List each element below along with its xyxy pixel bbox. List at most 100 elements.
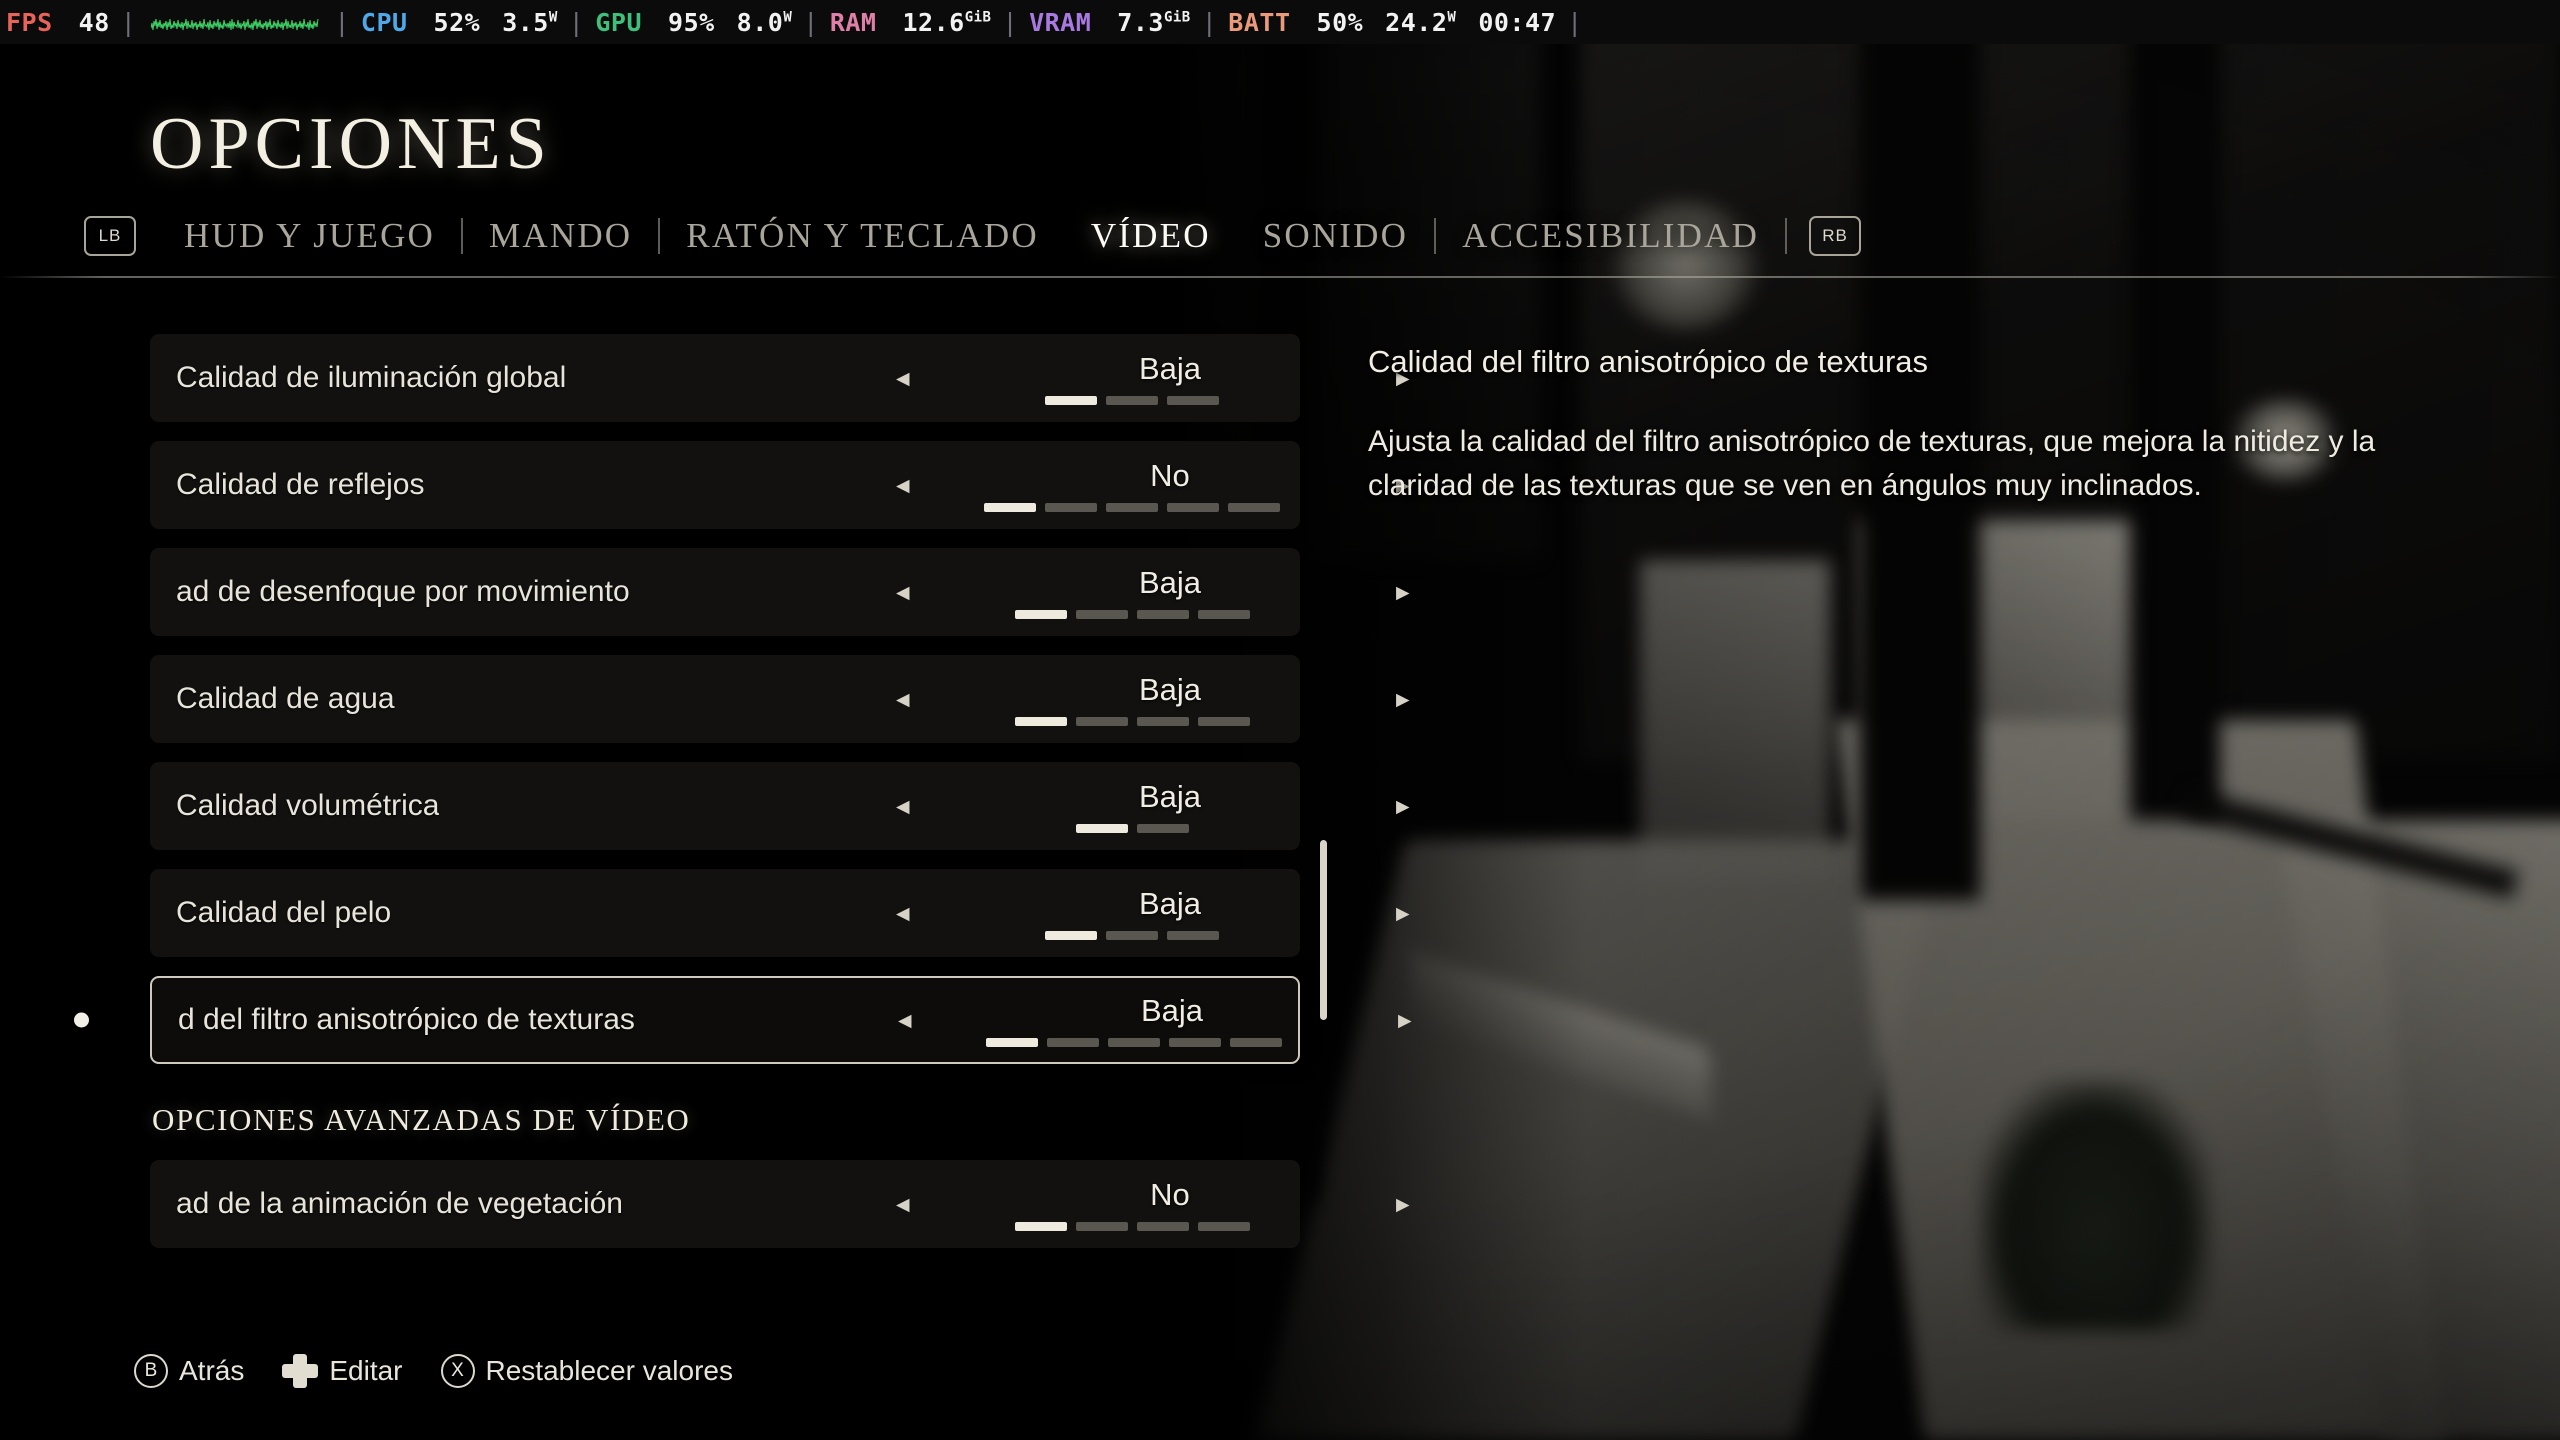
setting-level-segment [1197,717,1250,726]
decrement-arrow-icon[interactable]: ◂ [896,685,910,713]
increment-arrow-icon[interactable]: ▸ [1396,685,1410,713]
perf-unit: W [783,9,793,26]
setting-row[interactable]: ad de la animación de vegetación ◂ No ▸ [150,1160,1410,1248]
fps-graph [151,18,319,31]
setting-level-segment [1197,610,1250,619]
setting-row[interactable]: ad de desenfoque por movimiento ◂ Baja ▸ [150,548,1410,636]
left-bumper-button[interactable]: LB [84,216,136,256]
perf-value-cpu: 52% [433,7,481,37]
setting-value: Baja [1138,672,1202,707]
decrement-arrow-icon[interactable]: ◂ [896,364,910,392]
setting-level-track [986,1038,1282,1047]
setting-value: No [1150,458,1190,493]
tab-rat-n-y-teclado[interactable]: RATÓN Y TECLADO [660,216,1065,256]
setting-level-segment [1045,931,1097,940]
perf-label-fps: FPS [6,7,53,37]
setting-row[interactable]: Calidad de reflejos ◂ No ▸ [150,441,1410,529]
perf-separator: | [334,7,350,37]
tab-mando[interactable]: MANDO [463,216,658,256]
setting-value-block: Baja [980,886,1360,940]
setting-level-segment [1169,1038,1221,1047]
settings-scrollbar[interactable] [1320,784,1327,1214]
increment-arrow-icon[interactable]: ▸ [1396,792,1410,820]
decrement-arrow-icon[interactable]: ◂ [898,1006,912,1034]
increment-arrow-icon[interactable]: ▸ [1396,578,1410,606]
tab-sonido[interactable]: SONIDO [1237,216,1434,256]
footer-hints: B Atrás Editar X Restablecer valores [134,1354,757,1388]
setting-level-segment [1045,396,1097,405]
setting-value: No [1150,1177,1190,1212]
settings-list[interactable]: Calidad de iluminación global ◂ Baja ▸ Calid… [74,334,1412,1267]
footer-hint[interactable]: X Restablecer valores [440,1354,733,1388]
tab-divider [1434,218,1437,254]
footer-hint[interactable]: Editar [282,1354,403,1388]
setting-level-track [1014,610,1250,619]
scrollbar-thumb[interactable] [1320,840,1327,1020]
increment-arrow-icon[interactable]: ▸ [1396,899,1410,927]
advanced-section-header: OPCIONES AVANZADAS DE VÍDEO [152,1102,691,1137]
tab-v-deo[interactable]: VÍDEO [1065,216,1237,256]
setting-level-track [1075,824,1189,833]
footer-hint[interactable]: B Atrás [134,1354,244,1388]
perf-separator: | [568,7,585,37]
options-menu: OPCIONES LB HUD Y JUEGO MANDO RATÓN Y TECLA… [0,44,2560,1440]
setting-value-block: No [980,458,1360,512]
setting-label: Calidad de reflejos [176,468,425,501]
setting-level-segment [1167,396,1219,405]
setting-value: Baja [1138,351,1202,386]
setting-row[interactable]: Calidad volumétrica ◂ Baja ▸ [150,762,1410,850]
setting-row[interactable]: Calidad de iluminación global ◂ Baja ▸ [150,334,1410,422]
setting-row[interactable]: d del filtro anisotrópico de texturas ◂ Ba… [74,976,1412,1064]
setting-level-segment [1136,824,1189,833]
tab-accesibilidad[interactable]: ACCESIBILIDAD [1436,216,1785,256]
decrement-arrow-icon[interactable]: ◂ [896,899,910,927]
setting-level-segment [986,1038,1038,1047]
setting-label: d del filtro anisotrópico de texturas [178,1003,635,1036]
setting-value-block: Baja [980,779,1360,833]
decrement-arrow-icon[interactable]: ◂ [896,1190,910,1218]
setting-value-block: Baja [980,351,1360,405]
decrement-arrow-icon[interactable]: ◂ [896,471,910,499]
setting-level-segment [1014,717,1067,726]
perf-unit: W [1447,9,1457,26]
setting-value: Baja [1140,993,1204,1028]
setting-row[interactable]: Calidad de agua ◂ Baja ▸ [150,655,1410,743]
perf-value-gpu: 95% [668,7,715,37]
setting-row[interactable]: Calidad del pelo ◂ Baja ▸ [150,869,1410,957]
description-title: Calidad del filtro anisotrópico de textu… [1368,344,1929,379]
page-title: OPCIONES [150,103,552,185]
setting-level-segment [1230,1038,1282,1047]
setting-level-track [1045,931,1219,940]
description-body: Ajusta la calidad del filtro anisotrópic… [1368,425,2376,502]
decrement-arrow-icon[interactable]: ◂ [896,578,910,606]
setting-level-segment [1197,1222,1250,1231]
perf-unit: GiB [964,9,992,26]
setting-level-segment [1167,503,1219,512]
performance-overlay: FPS 48 | | CPU 52% 3.5W | GPU 95% 8.0W | RAM 12.6GiB |… [0,0,2560,44]
perf-power-batt: 24.2W [1385,7,1457,37]
perf-time-remaining: 00:47 [1478,7,1557,37]
tab-divider [461,218,464,254]
tab-hud-y-juego[interactable]: HUD Y JUEGO [158,216,461,256]
perf-label-vram: VRAM [1029,7,1092,37]
setting-value: Baja [1138,886,1202,921]
button-x-icon: X [440,1354,475,1388]
perf-power-gpu: 8.0W [736,7,793,37]
setting-value-block: Baja [982,993,1362,1047]
setting-level-segment [1075,610,1128,619]
decrement-arrow-icon[interactable]: ◂ [896,792,910,820]
setting-level-segment [1106,396,1158,405]
setting-value: Baja [1138,565,1202,600]
perf-value-vram: 7.3GiB [1117,7,1191,37]
setting-label: Calidad de agua [176,682,395,715]
increment-arrow-icon[interactable]: ▸ [1398,1006,1412,1034]
perf-label-batt: BATT [1228,7,1291,37]
footer-hint-label: Restablecer valores [485,1355,733,1386]
perf-unit: GiB [1163,9,1191,26]
increment-arrow-icon[interactable]: ▸ [1396,1190,1410,1218]
setting-level-segment [1045,503,1097,512]
right-bumper-button[interactable]: RB [1809,216,1862,256]
tab-bar[interactable]: LB HUD Y JUEGO MANDO RATÓN Y TECLADO VÍDEO SO… [62,216,1883,256]
setting-level-segment [1228,503,1280,512]
setting-level-track [1014,717,1250,726]
